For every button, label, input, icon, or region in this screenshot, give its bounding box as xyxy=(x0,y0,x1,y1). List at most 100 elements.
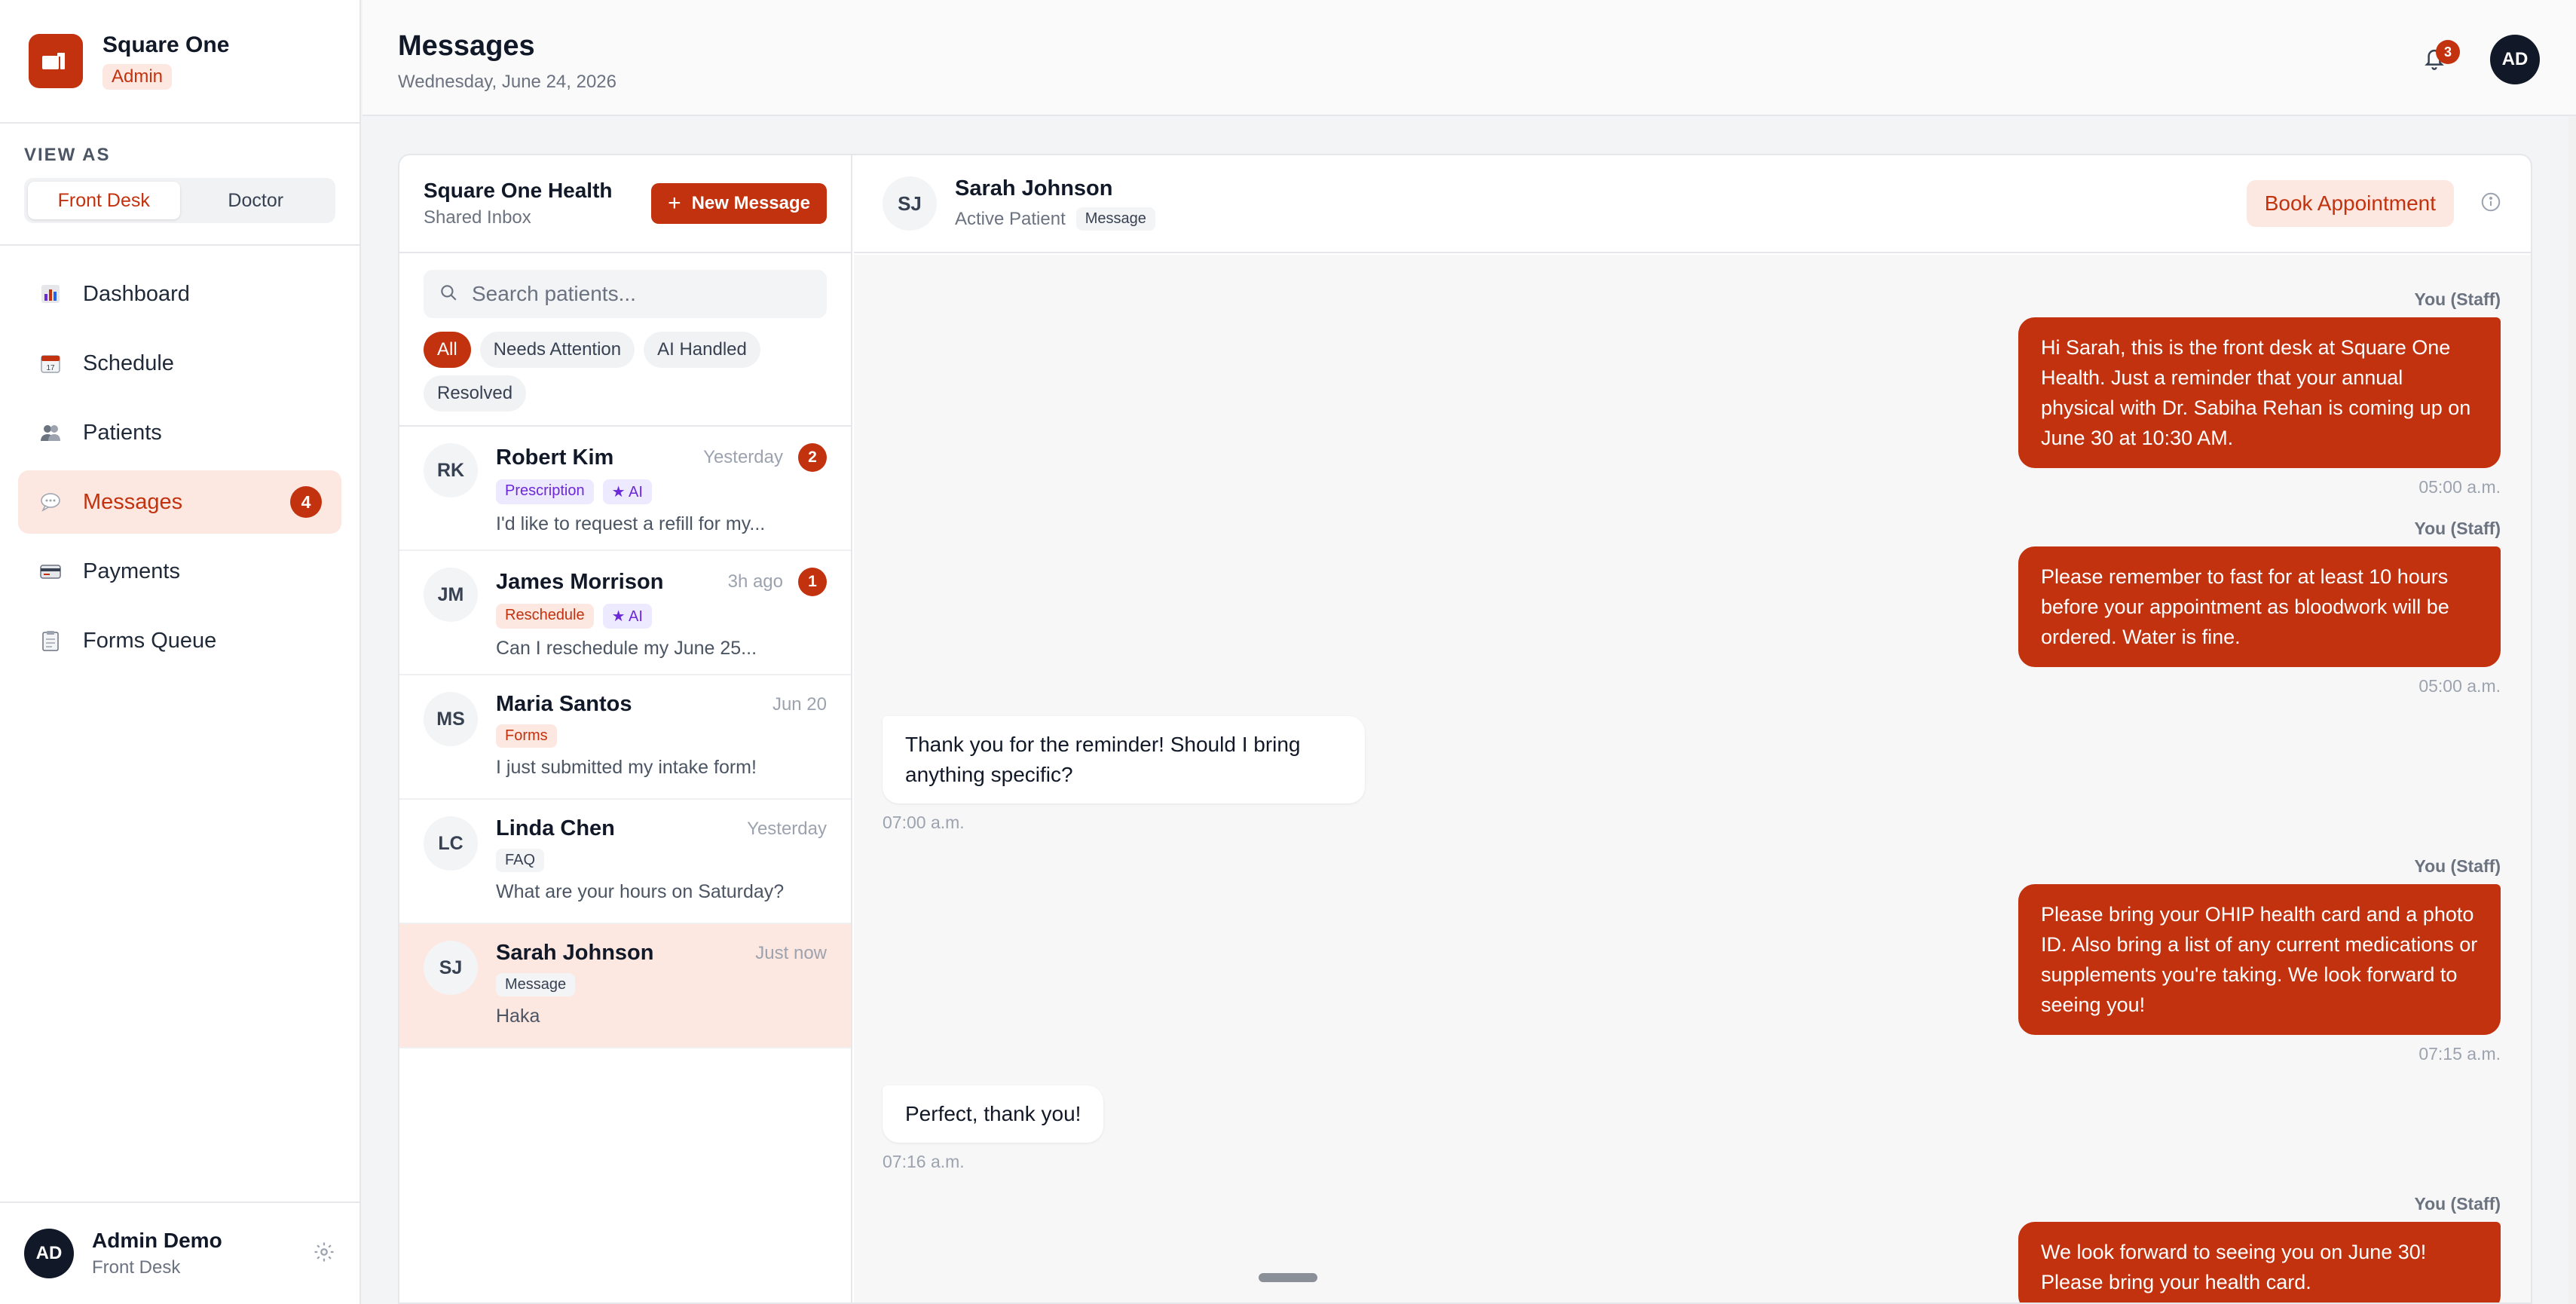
filter-needs-attention[interactable]: Needs Attention xyxy=(479,332,635,368)
nav-item-messages[interactable]: Messages 4 xyxy=(18,470,341,534)
nav-item-patients[interactable]: Patients xyxy=(18,401,341,464)
nav-item-dashboard[interactable]: Dashboard xyxy=(18,262,341,326)
unread-badge: 1 xyxy=(798,568,827,596)
chart-icon xyxy=(38,281,63,307)
conversation-item-selected[interactable]: SJ Sarah Johnson Just now Message Haka xyxy=(399,924,851,1048)
nav-label: Schedule xyxy=(83,350,174,375)
sidebar: Square One Admin VIEW AS Front Desk Doct… xyxy=(0,0,361,1304)
user-avatar[interactable]: AD xyxy=(24,1229,74,1278)
message-time: 07:15 a.m. xyxy=(2418,1044,2501,1064)
staff-message: You (Staff) Hi Sarah, this is the front … xyxy=(2018,289,2501,497)
new-message-label: New Message xyxy=(691,193,810,213)
conversation-name: Robert Kim xyxy=(496,445,614,470)
ai-tag: ★ AI xyxy=(602,479,652,504)
filter-chips: All Needs Attention AI Handled Resolved xyxy=(399,318,851,427)
message-sender: You (Staff) xyxy=(2414,856,2501,876)
conversation-item[interactable]: LC Linda Chen Yesterday FAQ What are you… xyxy=(399,800,851,924)
category-tag: Reschedule xyxy=(496,604,594,629)
users-icon xyxy=(38,420,63,445)
header-avatar[interactable]: AD xyxy=(2490,35,2540,84)
message-bubble: Please bring your OHIP health card and a… xyxy=(2018,884,2501,1035)
nav-item-forms-queue[interactable]: Forms Queue xyxy=(18,609,341,672)
message-bubble: Perfect, thank you! xyxy=(883,1085,1104,1143)
logo-mark-icon xyxy=(42,53,65,69)
scroll-handle[interactable] xyxy=(1259,1273,1317,1282)
category-tag: Message xyxy=(1075,207,1155,231)
user-name: Admin Demo xyxy=(92,1229,222,1252)
svg-text:17: 17 xyxy=(46,364,55,372)
category-tag: Forms xyxy=(496,724,557,748)
nav-item-payments[interactable]: Payments xyxy=(18,540,341,603)
role-badge: Admin xyxy=(102,64,173,90)
inbox-header: Square One Health Shared Inbox + New Mes… xyxy=(399,155,851,253)
credit-card-icon xyxy=(38,559,63,584)
conversation-name: James Morrison xyxy=(496,569,664,594)
gear-icon[interactable] xyxy=(313,1241,335,1267)
message-thread: You (Staff) Hi Sarah, this is the front … xyxy=(854,255,2531,1302)
calendar-icon: 17 xyxy=(38,350,63,376)
message-time: 07:00 a.m. xyxy=(883,813,965,832)
page-date: Wednesday, June 24, 2026 xyxy=(398,72,616,92)
book-appointment-button[interactable]: Book Appointment xyxy=(2246,180,2454,227)
conversation-item[interactable]: JM James Morrison 3h ago 1 Reschedule ★ … xyxy=(399,551,851,675)
conversation-preview: I'd like to request a refill for my... xyxy=(496,513,766,534)
clipboard-icon xyxy=(38,628,63,654)
message-bubble: Please remember to fast for at least 10 … xyxy=(2018,546,2501,667)
conversation-avatar: LC xyxy=(424,816,478,871)
search-box xyxy=(424,270,827,318)
page-scrollbar[interactable] xyxy=(2568,116,2576,1304)
filter-ai-handled[interactable]: AI Handled xyxy=(644,332,760,368)
message-bubble: Hi Sarah, this is the front desk at Squa… xyxy=(2018,317,2501,468)
conversation-avatar: SJ xyxy=(424,941,478,995)
page-title: Messages xyxy=(398,30,535,62)
user-role: Front Desk xyxy=(92,1257,181,1278)
conversation-name: Maria Santos xyxy=(496,692,632,716)
category-tag: Message xyxy=(496,973,576,996)
conversation-time: Jun 20 xyxy=(772,693,827,715)
view-as-label: VIEW AS xyxy=(24,145,111,165)
conversation-preview: What are your hours on Saturday? xyxy=(496,881,785,902)
inbox-subtitle: Shared Inbox xyxy=(424,207,531,228)
view-as-section: VIEW AS Front Desk Doctor xyxy=(0,124,359,246)
nav-label: Messages xyxy=(83,489,183,514)
nav-item-schedule[interactable]: 17 Schedule xyxy=(18,332,341,395)
brand-header: Square One Admin xyxy=(0,0,359,124)
search-icon xyxy=(439,283,458,306)
chat-header: SJ Sarah Johnson Active Patient Message … xyxy=(854,155,2531,253)
nav-label: Dashboard xyxy=(83,281,190,306)
message-sender: You (Staff) xyxy=(2414,289,2501,309)
brand-logo xyxy=(29,34,83,88)
patient-status: Active Patient xyxy=(955,208,1066,229)
category-tag: FAQ xyxy=(496,849,545,872)
patient-message: Thank you for the reminder! Should I bri… xyxy=(883,716,1365,833)
conversation-name: Sarah Johnson xyxy=(496,941,654,965)
conversation-name: Linda Chen xyxy=(496,816,615,840)
conversation-item[interactable]: MS Maria Santos Jun 20 Forms I just subm… xyxy=(399,675,851,800)
message-time: 05:00 a.m. xyxy=(2418,477,2501,497)
patient-message: Perfect, thank you! 07:16 a.m. xyxy=(883,1085,1104,1172)
staff-message: You (Staff) Please remember to fast for … xyxy=(2018,519,2501,696)
view-as-front-desk[interactable]: Front Desk xyxy=(28,182,180,219)
conversation-time: Just now xyxy=(755,942,827,963)
info-icon[interactable] xyxy=(2480,191,2502,217)
brand-name: Square One xyxy=(102,32,230,57)
ai-tag: ★ AI xyxy=(602,604,652,629)
notifications-button[interactable]: 3 xyxy=(2418,40,2460,76)
conversation-time: Yesterday xyxy=(747,818,827,839)
staff-message: You (Staff) Please bring your OHIP healt… xyxy=(2018,856,2501,1064)
view-as-doctor[interactable]: Doctor xyxy=(180,182,332,219)
search-input[interactable] xyxy=(472,282,788,306)
conversation-time: Yesterday xyxy=(703,447,783,467)
filter-all[interactable]: All xyxy=(424,332,471,368)
chat-patient-name: Sarah Johnson xyxy=(955,176,1113,200)
message-time: 05:00 a.m. xyxy=(2418,676,2501,696)
main-nav: Dashboard 17 Schedule Patients Messages … xyxy=(0,246,359,695)
conversation-preview: Haka xyxy=(496,1006,540,1027)
conversation-time: 3h ago xyxy=(727,571,783,592)
nav-label: Forms Queue xyxy=(83,628,217,653)
filter-resolved[interactable]: Resolved xyxy=(424,375,527,412)
new-message-button[interactable]: + New Message xyxy=(651,183,827,224)
user-footer: AD Admin Demo Front Desk xyxy=(0,1201,359,1304)
conversation-item[interactable]: RK Robert Kim Yesterday 2 Prescription ★… xyxy=(399,427,851,551)
messages-count-badge: 4 xyxy=(290,486,322,518)
